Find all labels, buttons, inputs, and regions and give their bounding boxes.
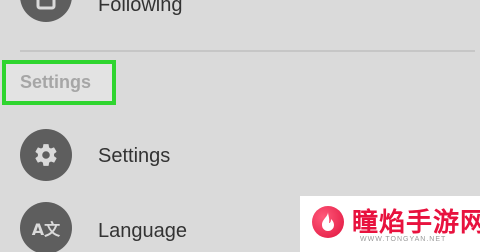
menu-item-language-label: Language (98, 220, 187, 242)
watermark: 瞳焰手游网 WWW.TONGYAN.NET (300, 196, 480, 252)
menu-item-settings-label: Settings (98, 145, 171, 167)
language-icon-circle: A文 (20, 202, 72, 252)
gear-icon (35, 144, 57, 166)
following-icon (36, 0, 56, 10)
watermark-url: WWW.TONGYAN.NET (360, 236, 447, 243)
flame-logo-icon (312, 206, 344, 238)
section-divider (20, 50, 475, 52)
translate-icon: A文 (31, 220, 61, 239)
menu-item-following-label: Following (98, 0, 183, 16)
watermark-brand: 瞳焰手游网 (352, 208, 480, 238)
section-header-settings: Settings (20, 72, 92, 92)
settings-icon-circle (20, 129, 72, 181)
following-icon-circle (20, 0, 72, 22)
menu-item-following[interactable]: Following (0, 0, 480, 26)
menu-item-settings[interactable]: Settings (0, 125, 480, 185)
